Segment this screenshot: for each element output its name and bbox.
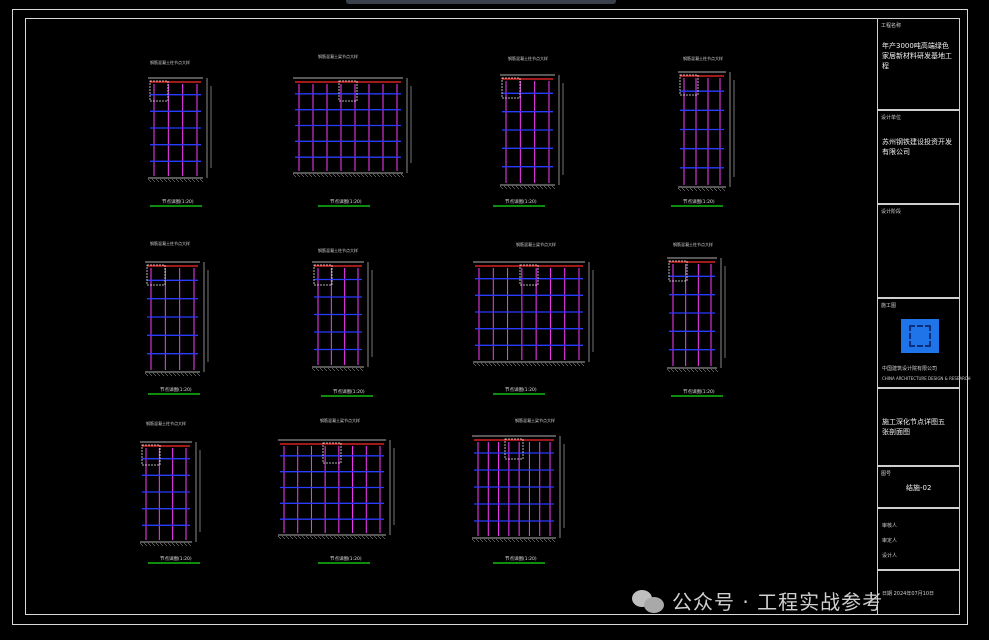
drawing-no-cell: 图号 结施-02: [877, 466, 960, 508]
detail-caption: 节点详图(1:20): [330, 555, 362, 562]
company-logo-icon: [901, 319, 939, 353]
stage-label: 设计阶段: [881, 209, 902, 215]
date-cell: 日期 2024年07月10日: [877, 570, 960, 615]
detail-label: 钢筋混凝土梁节点大样: [515, 417, 555, 423]
seal-caption-en: CHINA ARCHITECTURE DESIGN & RESEARCH: [882, 376, 971, 381]
detail-caption: 节点详图(1:20): [683, 388, 715, 395]
checker-label: 审核人: [882, 523, 898, 529]
detail-label: 钢筋混凝土柱节点大样: [673, 241, 713, 247]
detail-label: 钢筋混凝土柱节点大样: [508, 55, 548, 61]
title-block: 工程名称 年产3000吨高端绿色家居新材料研发基地工程 设计单位 苏州钢铁建设投…: [877, 18, 971, 615]
watermark: 公众号 · 工程实战参考: [632, 586, 883, 615]
detail-caption: 节点详图(1:20): [505, 555, 537, 562]
detail-drawing: 钢筋混凝土梁节点大样节点详图(1:20): [292, 53, 412, 207]
detail-label: 钢筋混凝土柱节点大样: [150, 59, 190, 65]
detail-label: 钢筋混凝土梁节点大样: [318, 53, 358, 59]
drawing-title: 施工深化节点详图五张剖面图: [882, 418, 945, 436]
company-label: 设计单位: [881, 115, 902, 121]
detail-label: 钢筋混凝土柱节点大样: [318, 247, 358, 253]
detail-caption: 节点详图(1:20): [333, 388, 365, 395]
detail-label: 钢筋混凝土梁节点大样: [320, 417, 360, 423]
detail-caption: 节点详图(1:20): [330, 198, 362, 205]
drawing-canvas[interactable]: 钢筋混凝土柱节点大样节点详图(1:20)钢筋混凝土梁节点大样节点详图(1:20)…: [0, 0, 989, 640]
detail-caption: 节点详图(1:20): [160, 555, 192, 562]
detail-caption: 节点详图(1:20): [505, 386, 537, 393]
detail-drawing: 钢筋混凝土柱节点大样节点详图(1:20): [147, 59, 212, 207]
detail-drawing: 钢筋混凝土柱节点大样节点详图(1:20): [139, 420, 201, 564]
detail-caption: 节点详图(1:20): [160, 386, 192, 393]
project-label: 工程名称: [881, 23, 902, 29]
designer-label: 设计人: [882, 553, 898, 559]
detail-drawing: 钢筋混凝土梁节点大样节点详图(1:20): [471, 417, 565, 564]
detail-drawing: 钢筋混凝土梁节点大样节点详图(1:20): [277, 417, 395, 564]
detail-drawing: 钢筋混凝土柱节点大样节点详图(1:20): [666, 241, 726, 397]
drawing-no: 结施-02: [906, 484, 932, 492]
signature-cell: 审核人 审定人 设计人: [877, 508, 960, 570]
drawing-no-label: 图号: [881, 471, 892, 477]
wechat-icon: [632, 588, 666, 614]
detail-drawing: 钢筋混凝土柱节点大样节点详图(1:20): [311, 247, 373, 397]
detail-caption: 节点详图(1:20): [505, 198, 537, 205]
detail-label: 钢筋混凝土柱节点大样: [146, 420, 186, 426]
date-text: 日期 2024年07月10日: [882, 591, 935, 597]
detail-drawing: 钢筋混凝土柱节点大样节点详图(1:20): [671, 55, 735, 207]
watermark-text: 公众号 · 工程实战参考: [672, 590, 884, 614]
detail-label: 钢筋混凝土梁节点大样: [516, 241, 556, 247]
detail-label: 钢筋混凝土柱节点大样: [683, 55, 723, 61]
company-name: 苏州钢铁建设投资开发有限公司: [882, 138, 952, 156]
detail-caption: 节点详图(1:20): [162, 198, 194, 205]
detail-caption: 节点详图(1:20): [683, 198, 715, 205]
project-name: 年产3000吨高端绿色家居新材料研发基地工程: [882, 42, 952, 70]
stage-cell: 设计阶段: [877, 204, 960, 298]
detail-drawing: 钢筋混凝土柱节点大样节点详图(1:20): [493, 55, 564, 207]
detail-drawing: 钢筋混凝土梁节点大样节点详图(1:20): [472, 241, 594, 395]
company-cell: 设计单位 苏州钢铁建设投资开发有限公司: [877, 110, 960, 204]
seal-caption: 中国建筑设计院有限公司: [882, 366, 938, 372]
reviewer-label: 审定人: [882, 538, 898, 544]
seal-label: 施工图: [881, 303, 897, 309]
drawing-title-cell: 施工深化节点详图五张剖面图: [877, 388, 960, 466]
detail-label: 钢筋混凝土柱节点大样: [150, 240, 190, 246]
project-cell: 工程名称 年产3000吨高端绿色家居新材料研发基地工程: [877, 18, 960, 110]
detail-drawing: 钢筋混凝土柱节点大样节点详图(1:20): [144, 240, 209, 395]
seal-cell: 施工图 中国建筑设计院有限公司 CHINA ARCHITECTURE DESIG…: [877, 298, 971, 388]
